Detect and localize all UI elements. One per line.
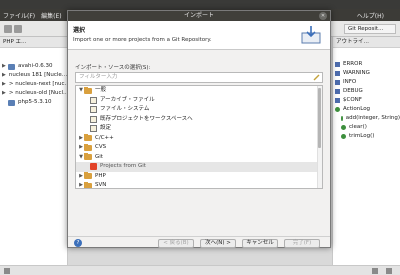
outline-item[interactable]: DEBUG	[333, 87, 400, 96]
outline-tree: ERROR WARNING INFO DEBUG $CONF ActionLog…	[333, 48, 400, 141]
git-icon	[90, 163, 97, 171]
new-icon[interactable]	[4, 25, 12, 33]
constant-icon	[335, 62, 340, 67]
import-source-label: インポート・ソースの選択(S):	[75, 65, 151, 71]
expand-arrow-icon[interactable]: ▶	[2, 71, 6, 80]
method-icon	[341, 134, 346, 139]
menu-edit[interactable]: 編集(E)	[41, 11, 61, 20]
filter-input[interactable]: フィルター入力	[75, 72, 323, 83]
folder-icon	[84, 181, 92, 188]
dialog-title: インポート	[183, 12, 214, 19]
dialog-button-bar: ? < 戻る(B) 次へ(N) > キャンセル 完了(F)	[68, 239, 330, 248]
tree-item-projects-from-git[interactable]: Projects from Git	[76, 162, 322, 172]
help-icon: ?	[74, 239, 82, 247]
variable-icon	[335, 98, 340, 103]
outline-tab[interactable]: アウトライ…	[333, 37, 400, 48]
header-title: 選択	[73, 27, 86, 34]
save-icon[interactable]	[14, 25, 22, 33]
perspective-button[interactable]: Git Reposit…	[344, 24, 396, 34]
php-explorer-tab[interactable]: PHP エ…	[0, 37, 67, 48]
dialog-header: 選択 Import one or more projects from a Gi…	[68, 21, 330, 50]
ide-title-bar	[0, 0, 400, 9]
cancel-button[interactable]: キャンセル	[242, 239, 278, 248]
project-item[interactable]: php5-5.3.10	[0, 98, 67, 107]
constant-icon	[335, 80, 340, 85]
project-item[interactable]: ▶ avahi-0.6.30	[0, 62, 67, 71]
folder-import-icon	[90, 106, 97, 114]
outline-item[interactable]: ERROR	[333, 60, 400, 69]
constant-icon	[335, 89, 340, 94]
expand-arrow-icon[interactable]: ▶	[2, 80, 6, 89]
tree-node-git[interactable]: ▼ Git	[76, 153, 322, 163]
project-icon	[8, 99, 15, 106]
help-button[interactable]: ?	[72, 239, 84, 248]
expand-arrow-icon[interactable]: ▶	[2, 89, 6, 98]
outline-item[interactable]: INFO	[333, 78, 400, 87]
outline-item[interactable]: WARNING	[333, 69, 400, 78]
dialog-separator	[68, 236, 330, 237]
tree-scrollbar[interactable]	[317, 86, 322, 188]
outline-item[interactable]: add(integer, String)	[339, 114, 400, 123]
import-source-tree[interactable]: ▼ 一般 アーカイブ・ファイル ファイル・システム 既存プロジェクトをワークスペー…	[75, 85, 323, 189]
folder-icon	[84, 172, 92, 180]
scrollbar-thumb[interactable]	[318, 88, 321, 148]
tree-item-existing-projects[interactable]: 既存プロジェクトをワークスペースへ	[76, 115, 322, 125]
folder-icon	[84, 143, 92, 151]
tree-node-cpp[interactable]: ▶ C/C++	[76, 134, 322, 144]
status-icon	[386, 268, 392, 274]
status-bar	[0, 265, 400, 275]
php-explorer-panel: PHP エ… ▶ avahi-0.6.30 ▶ nucleus 181 [Nucle…	[0, 37, 70, 265]
back-button[interactable]: < 戻る(B)	[158, 239, 194, 248]
tree-item-filesystem[interactable]: ファイル・システム	[76, 105, 322, 115]
project-item[interactable]: ▶ nucleus 181 [Nucle…	[0, 71, 67, 80]
archive-icon	[90, 96, 97, 104]
project-import-icon	[90, 115, 97, 123]
project-icon	[8, 63, 15, 70]
method-icon	[341, 116, 343, 121]
finish-button[interactable]: 完了(F)	[284, 239, 320, 248]
tree-node-svn[interactable]: ▶ SVN	[76, 181, 322, 188]
tree-node-general[interactable]: ▼ 一般	[76, 86, 322, 96]
tree-item-archive[interactable]: アーカイブ・ファイル	[76, 96, 322, 106]
status-icon	[4, 268, 10, 274]
folder-icon	[84, 134, 92, 142]
import-banner-icon	[301, 26, 321, 44]
method-icon	[341, 125, 346, 130]
constant-icon	[335, 71, 340, 76]
folder-icon	[84, 86, 92, 94]
close-icon[interactable]: ✕	[319, 12, 327, 20]
class-icon	[335, 107, 340, 112]
menu-file[interactable]: ファイル(F)	[3, 11, 35, 20]
tree-item-preferences[interactable]: 設定	[76, 124, 322, 134]
outline-item[interactable]: trimLog()	[339, 132, 400, 141]
tree-node-php[interactable]: ▶ PHP	[76, 172, 322, 182]
outline-item[interactable]: clear()	[339, 123, 400, 132]
outline-item[interactable]: ActionLog	[333, 105, 400, 114]
import-dialog: インポート ✕ 選択 Import one or more projects f…	[67, 10, 331, 248]
project-tree: ▶ avahi-0.6.30 ▶ nucleus 181 [Nucle… ▶ > nu…	[0, 48, 70, 107]
outline-panel: アウトライ… ERROR WARNING INFO DEBUG $CONF Ac…	[332, 37, 400, 265]
next-button[interactable]: 次へ(N) >	[200, 239, 236, 248]
project-item[interactable]: ▶ > nucleus-old [Nucl…	[0, 89, 69, 98]
folder-icon	[84, 153, 92, 161]
menu-help[interactable]: ヘルプ(H)	[357, 11, 384, 20]
tree-node-cvs[interactable]: ▶ CVS	[76, 143, 322, 153]
status-icon	[372, 268, 378, 274]
clear-filter-icon[interactable]	[313, 74, 320, 81]
project-item[interactable]: ▶ > nucleus-next [nuc…	[0, 80, 70, 89]
settings-icon	[90, 125, 97, 133]
dialog-title-bar: インポート ✕	[68, 11, 330, 21]
outline-item[interactable]: $CONF	[333, 96, 400, 105]
header-description: Import one or more projects from a Git R…	[73, 37, 212, 43]
